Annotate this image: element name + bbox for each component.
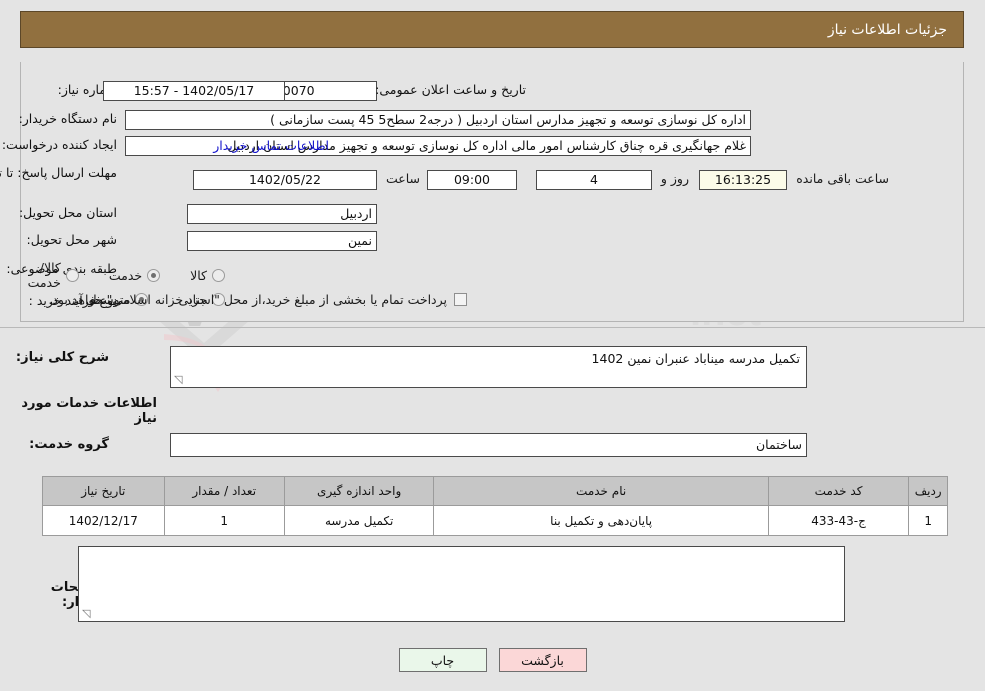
category-option-kala[interactable]: کالا [190, 268, 225, 283]
need-description-box[interactable]: تکمیل مدرسه میناباد عنبران نمین 1402 ◸ [170, 346, 807, 388]
treasury-checkbox[interactable] [454, 293, 467, 306]
deadline-time-value: 09:00 [427, 170, 517, 190]
section-divider [0, 327, 985, 328]
category-radio-group[interactable]: کالا خدمت کالا/خدمت [0, 260, 225, 290]
print-button[interactable]: چاپ [398, 648, 487, 672]
buyer-contact-link[interactable]: اطلاعات تماس خریدار [213, 138, 329, 153]
buyer-org-label: نام دستگاه خریدار: [18, 111, 117, 126]
city-value: نمین [187, 231, 377, 251]
deadline-date-value: 1402/05/22 [193, 170, 377, 190]
city-label: شهر محل تحویل: [26, 232, 117, 247]
category-option-khedmat[interactable]: خدمت [108, 267, 161, 283]
cell-unit: تکمیل مدرسه [283, 505, 435, 536]
buyer-contact-link-wrap: اطلاعات تماس خریدار [213, 138, 329, 153]
table-header-unit: واحد اندازه گیری [283, 476, 435, 506]
table-header-service-code: کد خدمت [767, 476, 910, 506]
treasury-checkbox-row[interactable]: پرداخت تمام یا بخشی از مبلغ خرید،از محل … [48, 292, 467, 307]
need-description-value: تکمیل مدرسه میناباد عنبران نمین 1402 [591, 351, 800, 366]
days-remaining-value: 4 [536, 170, 652, 190]
page-title-bar: جزئیات اطلاعات نیاز [20, 11, 964, 48]
back-button[interactable]: بازگشت [498, 648, 587, 672]
city-row: شهر محل تحویل: [27, 232, 117, 247]
hour-label: ساعت [385, 171, 420, 186]
buyer-org-row: نام دستگاه خریدار: [19, 111, 117, 126]
table-header-quantity: تعداد / مقدار [163, 476, 285, 506]
table-row: 1 ج-43-433 پایان‌دهی و تکمیل بنا تکمیل م… [42, 505, 948, 536]
category-option-kala-khedmat[interactable]: کالا/خدمت [28, 260, 79, 290]
resize-handle-icon-notes[interactable]: ◸ [82, 607, 92, 620]
cell-service-name: پایان‌دهی و تکمیل بنا [433, 505, 769, 536]
buyer-org-value: اداره کل نوسازی توسعه و تجهیز مدارس استا… [125, 110, 751, 130]
category-option-kala-khedmat-label: کالا/خدمت [27, 260, 61, 290]
table-header-service-name: نام خدمت [433, 476, 769, 506]
deadline-row: مهلت ارسال پاسخ: تا تاریخ: [0, 166, 117, 180]
category-option-kala-label: کالا [190, 267, 207, 283]
service-group-label: گروه خدمت: [29, 437, 109, 452]
creator-label: ایجاد کننده درخواست: [1, 137, 117, 152]
buyer-notes-box[interactable]: ◸ [78, 546, 845, 622]
page-title: جزئیات اطلاعات نیاز [827, 21, 947, 38]
days-label: روز و [660, 171, 689, 186]
countdown-value: 16:13:25 [699, 170, 787, 190]
radio-icon-kala-khedmat[interactable] [65, 268, 79, 282]
creator-row: ایجاد کننده درخواست: [2, 137, 117, 152]
announce-date-value: 1402/05/17 - 15:57 [103, 81, 285, 101]
announce-date-row: تاریخ و ساعت اعلان عمومی: [375, 82, 526, 97]
need-description-label: شرح کلی نیاز: [15, 350, 109, 365]
radio-icon-kala[interactable] [212, 268, 225, 282]
service-group-value[interactable]: ساختمان [170, 433, 807, 457]
treasury-checkbox-label: پرداخت تمام یا بخشی از مبلغ خرید،از محل … [48, 292, 447, 307]
province-value: اردبیل [187, 204, 377, 224]
radio-icon-khedmat[interactable] [147, 268, 161, 282]
category-option-khedmat-label: خدمت [108, 267, 143, 283]
cell-row-index: 1 [908, 505, 948, 536]
cell-quantity: 1 [163, 505, 285, 536]
remaining-hours-label: ساعت باقی مانده [796, 171, 889, 186]
announce-date-label: تاریخ و ساعت اعلان عمومی: [375, 82, 526, 97]
province-row: استان محل تحویل: [19, 205, 117, 220]
services-section-title: اطلاعات خدمات مورد نیاز [21, 396, 157, 426]
table-header-row: ردیف کد خدمت نام خدمت واحد اندازه گیری ت… [42, 476, 948, 506]
deadline-label: مهلت ارسال پاسخ: تا تاریخ: [0, 165, 117, 180]
table-header-need-date: تاریخ نیاز [42, 476, 165, 506]
province-label: استان محل تحویل: [18, 205, 117, 220]
cell-need-date: 1402/12/17 [42, 505, 165, 536]
action-buttons-bar: بازگشت چاپ [0, 648, 985, 672]
table-header-row-index: ردیف [908, 476, 948, 506]
services-table: ردیف کد خدمت نام خدمت واحد اندازه گیری ت… [42, 476, 948, 536]
resize-handle-icon[interactable]: ◸ [174, 373, 184, 386]
cell-service-code: ج-43-433 [767, 505, 910, 536]
